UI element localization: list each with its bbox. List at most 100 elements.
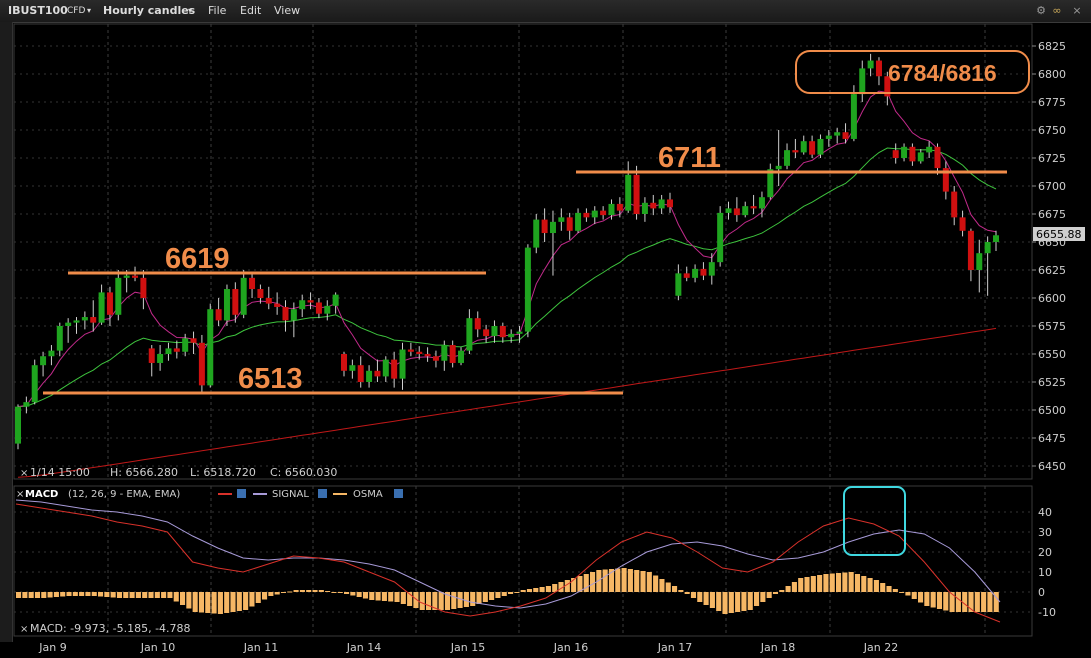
candle-up (926, 146, 933, 153)
osma-bar (943, 592, 949, 611)
candle-up (800, 141, 807, 153)
time-tick-label: Jan 22 (863, 641, 898, 654)
candle-down (148, 348, 155, 363)
osma-bar (823, 574, 829, 592)
osma-bar (388, 592, 394, 602)
candle-up (207, 309, 214, 386)
candle-up (23, 402, 30, 407)
candle-up (382, 359, 389, 377)
osma-bar (463, 592, 469, 607)
candle-down (265, 298, 272, 304)
osma-bar (533, 588, 539, 592)
label-6513: 6513 (238, 363, 303, 395)
candle-down (315, 302, 322, 314)
osma-bar (520, 590, 526, 592)
candle-down (633, 174, 640, 214)
candle-down (307, 300, 314, 303)
osma-bar (735, 592, 741, 612)
osma-bar (615, 568, 621, 592)
macd-values-close[interactable]: × (20, 624, 28, 635)
candle-up (917, 152, 924, 162)
macd-values: MACD: -9.973, -5.185, -4.788 (30, 622, 191, 635)
candle-up (825, 135, 832, 139)
macd-panel (13, 485, 1033, 637)
macd-tick-label: 20 (1038, 546, 1052, 559)
candle-down (424, 354, 431, 357)
candle-up (48, 350, 55, 357)
osma-bar (476, 592, 482, 604)
time-tick-label: Jan 18 (760, 641, 795, 654)
chart-canvas[interactable]: 6619 6513 6711 6784/6816 6450 6475 6500 652… (0, 0, 1091, 658)
osma-bar (53, 592, 59, 597)
osma-bar (205, 592, 211, 613)
osma-bar (22, 592, 28, 598)
osma-bar (791, 582, 797, 592)
osma-bar (230, 592, 236, 612)
ohlc-close-x[interactable]: × (20, 468, 28, 479)
osma-bar (747, 592, 753, 610)
osma-bar (489, 592, 495, 600)
osma-bar (47, 592, 53, 598)
osma-bar (98, 592, 104, 597)
candle-up (641, 202, 648, 214)
osma-bar (873, 580, 879, 592)
osma-bar (508, 592, 514, 594)
osma-bar (836, 573, 842, 592)
osma-bar (129, 592, 135, 598)
candle-down (173, 348, 180, 352)
osma-bar (224, 592, 230, 613)
candle-up (458, 350, 465, 363)
label-range: 6784/6816 (888, 60, 997, 86)
osma-bar (482, 592, 488, 602)
candle-up (466, 318, 473, 351)
candle-down (249, 277, 256, 290)
candle-down (449, 345, 456, 363)
osma-bar (243, 592, 249, 610)
candle-down (809, 141, 816, 155)
candle-up (157, 354, 164, 363)
candle-down (132, 275, 139, 278)
signal-label: SIGNAL (272, 489, 309, 500)
osma-bar (974, 592, 980, 612)
time-tick-label: Jan 17 (657, 641, 692, 654)
macd-toggle-checkbox[interactable] (237, 489, 246, 498)
candle-up (549, 221, 556, 234)
signal-toggle-checkbox[interactable] (318, 489, 327, 498)
candle-down (407, 349, 414, 352)
candle-down (257, 289, 264, 298)
ohlc-date: 1/14 15:00 (30, 466, 90, 479)
macd-legend-close[interactable]: × (16, 489, 24, 500)
osma-bar (899, 592, 905, 593)
osma-bar (665, 582, 671, 592)
osma-bar (280, 592, 287, 593)
candle-down (357, 365, 364, 382)
candle-up (491, 326, 498, 337)
candle-down (667, 199, 673, 208)
candle-down (583, 212, 590, 218)
candle-up (240, 277, 247, 315)
candle-up (984, 242, 991, 254)
osma-bar (728, 592, 734, 613)
candle-up (15, 406, 21, 444)
osma-bar (318, 590, 324, 592)
candle-up (784, 150, 791, 166)
macd-axis: -10 0 10 20 30 40 (1038, 506, 1056, 619)
price-tick-label: 6575 (1038, 320, 1066, 333)
osma-bar (110, 592, 116, 598)
price-tick-label: 6775 (1038, 96, 1066, 109)
macd-tick-label: 0 (1038, 586, 1045, 599)
candle-up (608, 203, 615, 216)
osma-bar (829, 573, 835, 592)
candle-down (650, 202, 657, 209)
osma-bar (457, 592, 463, 608)
osma-bar (760, 592, 766, 602)
candle-down (106, 292, 113, 315)
osma-bar (211, 592, 217, 614)
osma-bar (154, 592, 160, 598)
candle-down (541, 219, 548, 234)
ohlc-high: H: 6566.280 (110, 466, 178, 479)
osma-bar (766, 592, 772, 598)
osma-toggle-checkbox[interactable] (394, 489, 403, 498)
osma-bar (684, 592, 690, 594)
osma-bar (255, 592, 261, 603)
